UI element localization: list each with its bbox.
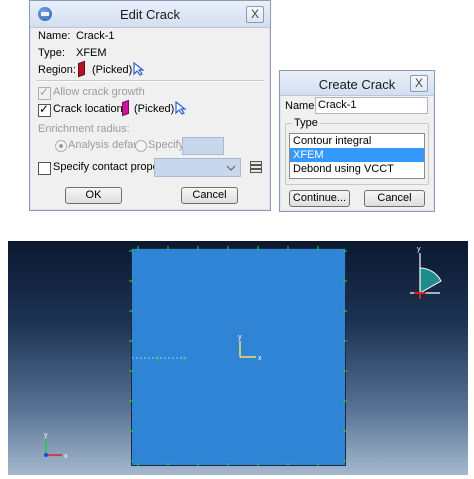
close-icon[interactable]: X	[410, 75, 428, 92]
type-listbox[interactable]: Contour integral XFEM Debond using VCCT	[289, 133, 425, 179]
cancel-button[interactable]: Cancel	[364, 190, 425, 207]
center-triad-y: y	[238, 334, 242, 341]
name-value: Crack-1	[76, 30, 115, 42]
separator	[36, 80, 264, 82]
center-triad	[239, 341, 256, 358]
type-label: Type:	[38, 47, 65, 59]
continue-button[interactable]: Continue...	[289, 190, 350, 207]
close-icon[interactable]: X	[246, 6, 264, 23]
crack-location-value: (Picked)	[134, 103, 175, 115]
type-value: XFEM	[76, 47, 107, 59]
model-viewport[interactable]: y x y x y	[8, 241, 468, 475]
corner-triad	[44, 439, 62, 457]
enrichment-radius-field[interactable]	[182, 137, 224, 155]
specify-radio[interactable]	[135, 140, 147, 152]
dropdown-chevron-icon[interactable]	[226, 164, 236, 172]
name-label: Name:	[285, 100, 318, 112]
type-option-contour-integral[interactable]: Contour integral	[290, 134, 424, 148]
corner-triad-y: y	[44, 432, 48, 439]
allow-crack-growth-checkbox[interactable]	[38, 85, 51, 100]
name-input[interactable]: Crack-1	[315, 97, 428, 114]
specify-contact-checkbox[interactable]	[38, 162, 51, 175]
property-manager-icon[interactable]	[250, 161, 262, 173]
region-label: Region:	[38, 64, 76, 76]
pick-arrow-icon[interactable]	[175, 101, 187, 115]
center-triad-x: x	[258, 355, 262, 362]
orientation-widget-y: y	[417, 246, 421, 253]
part-overlay: y x y x y	[44, 246, 442, 467]
edit-crack-dialog: Edit Crack X Name: Crack-1 Type: XFEM Re…	[29, 0, 271, 211]
analysis-default-radio[interactable]	[55, 140, 67, 152]
name-input-value: Crack-1	[318, 99, 357, 111]
crack-location-label: Crack location:	[53, 103, 126, 115]
name-label: Name:	[38, 30, 71, 42]
pick-arrow-icon[interactable]	[133, 62, 145, 76]
edit-crack-titlebar[interactable]: Edit Crack X	[30, 1, 270, 28]
ok-button[interactable]: OK	[65, 187, 122, 204]
edit-crack-title: Edit Crack	[120, 7, 180, 22]
contact-property-select[interactable]	[154, 158, 241, 177]
orientation-widget	[410, 253, 442, 299]
type-option-debond-vcct[interactable]: Debond using VCCT	[290, 162, 424, 176]
corner-triad-x: x	[64, 453, 68, 460]
type-option-xfem[interactable]: XFEM	[290, 148, 424, 162]
cancel-button[interactable]: Cancel	[181, 187, 238, 204]
type-group-label: Type	[292, 117, 320, 129]
edge-seeds	[129, 246, 347, 467]
crack-location-icon	[122, 99, 129, 117]
crack-location-checkbox[interactable]	[38, 102, 51, 117]
allow-crack-growth-label: Allow crack growth	[53, 86, 145, 98]
region-value: (Picked)	[92, 64, 133, 76]
enrichment-radius-label: Enrichment radius:	[38, 123, 130, 135]
create-crack-titlebar[interactable]: Create Crack X	[280, 71, 434, 96]
analysis-default-label: Analysis default	[68, 139, 146, 151]
create-crack-dialog: Create Crack X Name: Crack-1 Type Contou…	[279, 70, 435, 212]
part-region-icon	[78, 60, 85, 78]
